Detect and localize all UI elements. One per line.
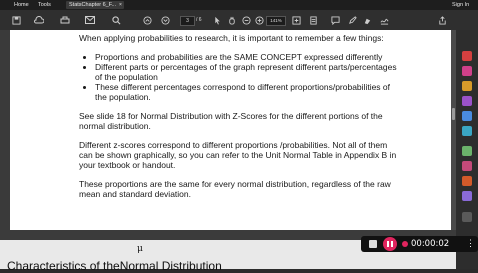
sign-icon[interactable]	[378, 14, 390, 26]
export-pdf-icon[interactable]	[462, 51, 472, 61]
save-icon[interactable]	[10, 14, 22, 26]
prev-page-icon[interactable]	[141, 14, 153, 26]
tab-close-icon[interactable]: ×	[119, 1, 122, 9]
document-page: When applying probabilities to research,…	[10, 30, 451, 230]
search-icon[interactable]	[110, 14, 122, 26]
page-number-input[interactable]: 3	[180, 16, 195, 26]
protect-icon[interactable]	[462, 161, 472, 171]
share-icon[interactable]	[436, 14, 448, 26]
intro-paragraph: When applying probabilities to research,…	[79, 33, 384, 43]
fit-page-icon[interactable]	[290, 14, 302, 26]
sign-in-link[interactable]: Sign In	[452, 1, 469, 9]
print-icon[interactable]	[59, 14, 71, 26]
recording-timer: 00:00:02	[411, 239, 450, 249]
menu-tools[interactable]: Tools	[38, 1, 51, 9]
cloud-icon[interactable]	[33, 14, 45, 26]
vertical-scrollbar[interactable]	[451, 30, 456, 230]
zoom-in-icon[interactable]	[253, 14, 265, 26]
scroll-mode-icon[interactable]	[307, 14, 319, 26]
recording-indicator-icon	[402, 241, 408, 247]
bullet-item: Different parts or percentages of the gr…	[95, 62, 397, 82]
page-text: When applying probabilities to research,…	[79, 33, 397, 199]
stop-recording-icon[interactable]	[369, 240, 377, 248]
mu-symbol: μ	[137, 244, 143, 254]
fill-sign-icon[interactable]	[462, 176, 472, 186]
send-review-icon[interactable]	[462, 191, 472, 201]
slide-reference-paragraph: See slide 18 for Normal Distribution wit…	[79, 111, 383, 131]
pause-recording-button[interactable]	[383, 237, 397, 251]
scrollbar-thumb[interactable]	[452, 108, 455, 120]
app-title-bar: Home Tools StatsChapter 6_F... × Sign In	[0, 0, 478, 10]
scan-icon[interactable]	[462, 146, 472, 156]
more-tools-icon[interactable]	[462, 212, 472, 222]
screen-recorder-widget: 00:00:02 ⋮	[361, 236, 478, 252]
email-icon[interactable]	[84, 14, 96, 26]
bullet-list: Proportions and probabilities are the SA…	[79, 52, 397, 102]
next-page-icon[interactable]	[159, 14, 171, 26]
right-tools-panel	[456, 30, 478, 269]
toolbar: 3 / 6 141%	[0, 10, 478, 30]
recorder-menu-icon[interactable]: ⋮	[466, 238, 475, 248]
zoom-level-select[interactable]: 141%	[266, 16, 286, 26]
comment-icon[interactable]	[329, 14, 341, 26]
bullet-item: These different percentages correspond t…	[95, 82, 397, 102]
combine-files-icon[interactable]	[462, 111, 472, 121]
menu-home[interactable]: Home	[14, 1, 29, 9]
zoom-out-icon[interactable]	[240, 14, 252, 26]
page-total: / 6	[196, 17, 202, 23]
edit-pdf-icon[interactable]	[462, 81, 472, 91]
bullet-item: Proportions and probabilities are the SA…	[95, 52, 397, 62]
highlight-icon[interactable]	[361, 14, 373, 26]
create-pdf-icon[interactable]	[462, 66, 472, 76]
comment-tool-icon[interactable]	[462, 96, 472, 106]
organize-pages-icon[interactable]	[462, 126, 472, 136]
hand-icon[interactable]	[226, 14, 238, 26]
pen-icon[interactable]	[346, 14, 358, 26]
select-cursor-icon[interactable]	[212, 14, 224, 26]
document-tab[interactable]: StatsChapter 6_F...	[66, 1, 124, 9]
next-page-heading: Characteristics of theNormal Distributio…	[7, 259, 222, 273]
proportions-paragraph: These proportions are the same for every…	[79, 179, 391, 199]
z-score-paragraph: Different z-scores correspond to differe…	[79, 140, 397, 170]
